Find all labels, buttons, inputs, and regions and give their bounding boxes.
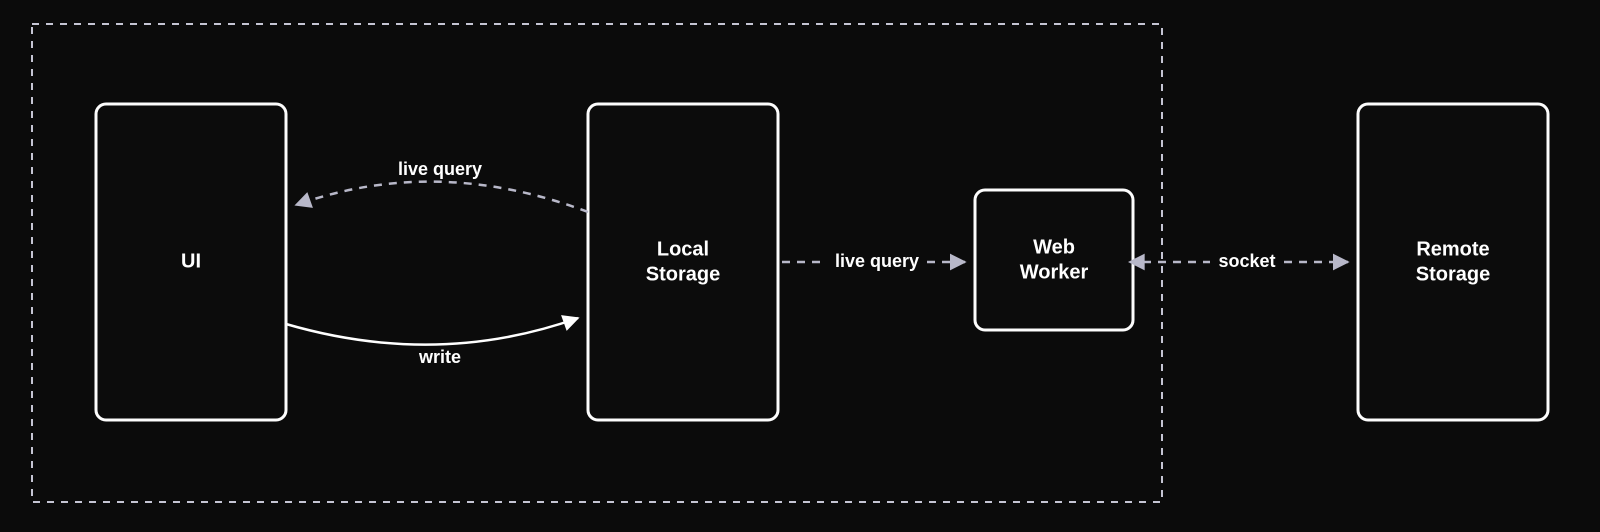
- edge-socket-ww-to-rs: socket: [1143, 251, 1348, 271]
- edge-live-query-ls-to-ww: live query: [782, 251, 965, 271]
- architecture-diagram: UI Local Storage Web Worker Remote Stora…: [0, 0, 1600, 532]
- remote-storage-label-line1: Remote: [1416, 238, 1489, 260]
- ui-node: UI: [96, 104, 286, 420]
- local-storage-label-line1: Local: [657, 238, 709, 260]
- edge-socket-ww-to-rs-label: socket: [1218, 251, 1275, 271]
- local-storage-label-line2: Storage: [646, 263, 720, 285]
- web-worker-node: Web Worker: [975, 190, 1133, 330]
- edge-write-ui-to-ls: write: [286, 318, 578, 367]
- web-worker-label-line2: Worker: [1020, 261, 1089, 283]
- ui-label: UI: [181, 250, 201, 272]
- edge-write-ui-to-ls-label: write: [418, 347, 461, 367]
- edge-live-query-ls-to-ww-label: live query: [835, 251, 919, 271]
- remote-storage-label-line2: Storage: [1416, 263, 1490, 285]
- edge-live-query-ls-to-ui-label: live query: [398, 159, 482, 179]
- web-worker-label-line1: Web: [1033, 236, 1075, 258]
- edge-live-query-ls-to-ui: live query: [296, 159, 588, 212]
- local-storage-node: Local Storage: [588, 104, 778, 420]
- remote-storage-node: Remote Storage: [1358, 104, 1548, 420]
